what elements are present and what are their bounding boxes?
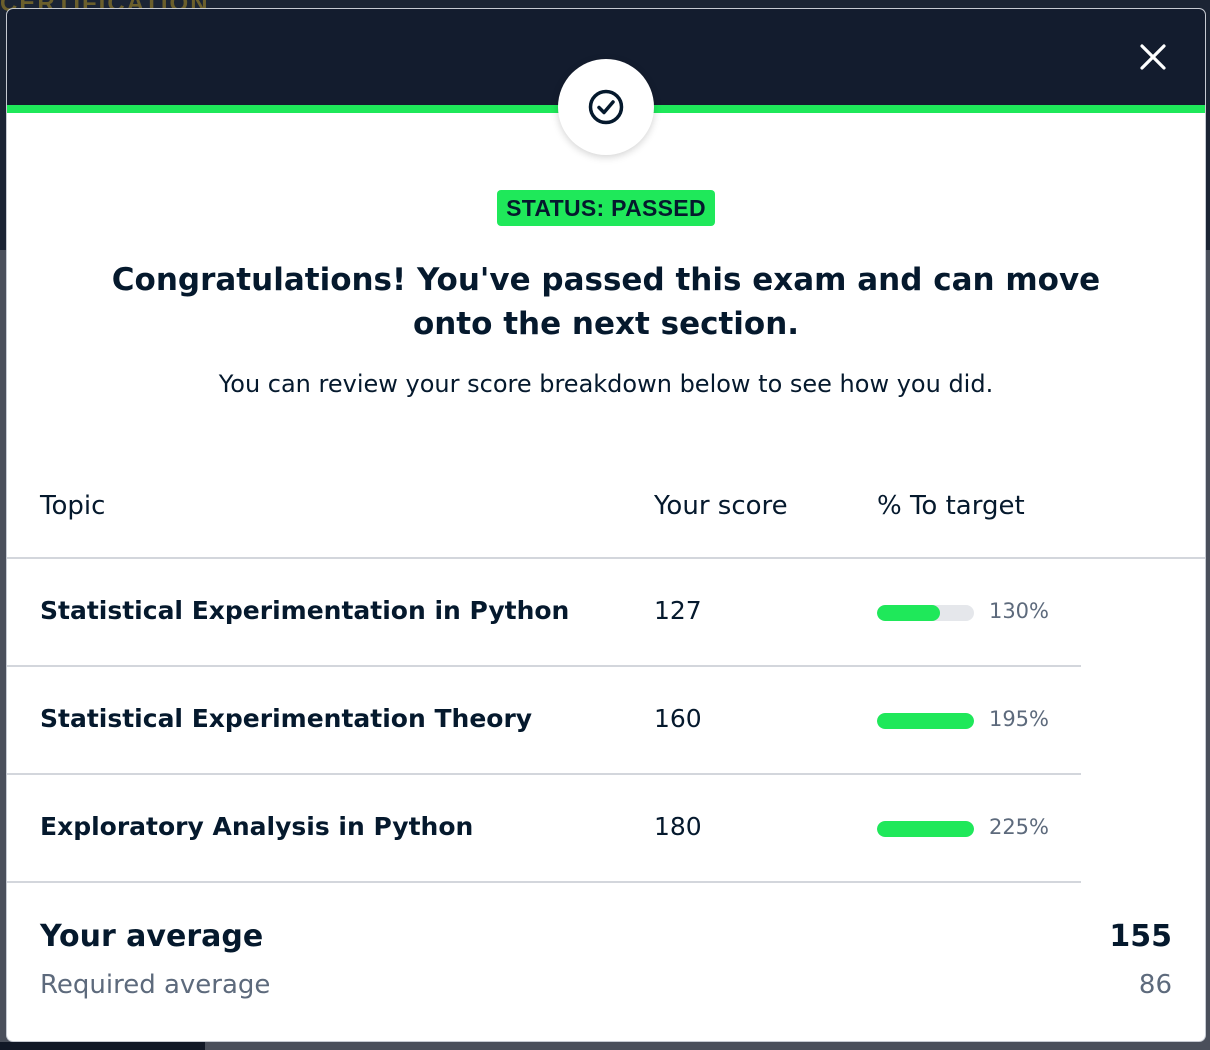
result-subline: You can review your score breakdown belo… (218, 370, 994, 398)
exam-result-modal: STATUS: PASSED Congratulations! You've p… (7, 9, 1205, 1041)
column-header-topic: Topic (40, 491, 106, 521)
progress-bar (877, 713, 974, 729)
close-icon (1140, 44, 1166, 70)
progress-bar-fill (877, 713, 974, 729)
row-topic: Statistical Experimentation in Python (40, 596, 570, 625)
your-average-label: Your average (40, 919, 264, 954)
status-circle (558, 59, 654, 155)
progress-bar-fill (877, 605, 941, 621)
your-average-value: 155 (1109, 919, 1172, 954)
row-score: 127 (654, 596, 702, 625)
row-score: 160 (654, 704, 702, 733)
progress-bar-fill (877, 821, 974, 837)
check-circle-icon (588, 89, 624, 125)
table-row: Statistical Experimentation in Python 12… (7, 559, 1081, 667)
column-header-target: % To target (877, 491, 1025, 521)
table-row: Statistical Experimentation Theory 160 1… (7, 667, 1081, 775)
row-topic: Exploratory Analysis in Python (40, 812, 474, 841)
table-row: Exploratory Analysis in Python 180 225% (7, 775, 1081, 883)
row-percent-to-target: 130% (988, 599, 1049, 623)
row-score: 180 (654, 812, 702, 841)
row-topic: Statistical Experimentation Theory (40, 704, 533, 733)
result-headline: Congratulations! You've passed this exam… (111, 262, 1101, 342)
progress-bar (877, 605, 974, 621)
required-average-value: 86 (1138, 970, 1172, 1000)
column-header-score: Your score (654, 491, 788, 521)
status-badge: STATUS: PASSED (497, 190, 715, 226)
score-table-header: Topic Your score % To target (7, 479, 1205, 559)
progress-bar (877, 821, 974, 837)
row-percent-to-target: 225% (988, 815, 1049, 839)
required-average-label: Required average (40, 970, 271, 1000)
row-percent-to-target: 195% (988, 707, 1049, 731)
close-button[interactable] (1135, 39, 1171, 75)
backdrop-bottom (0, 1042, 205, 1050)
